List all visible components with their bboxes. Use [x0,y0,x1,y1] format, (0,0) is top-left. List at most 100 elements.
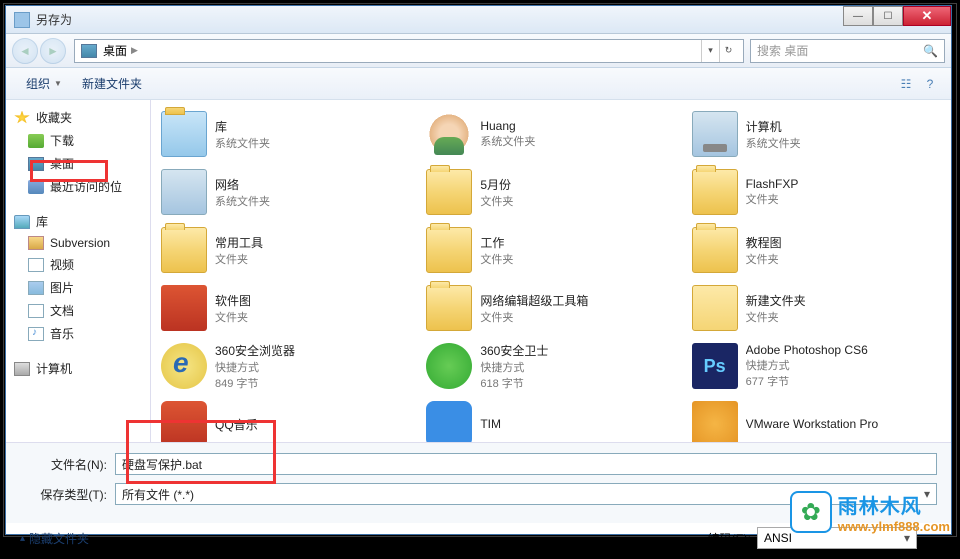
app-icon [14,12,30,28]
folder-icon [692,227,738,273]
folder2-icon [692,285,738,331]
folder-icon [692,169,738,215]
file-type: 文件夹 [746,251,782,267]
file-name: 网络编辑超级工具箱 [480,292,588,309]
file-item[interactable]: 教程图文件夹 [688,222,951,278]
view-button[interactable]: ☷ [895,73,917,95]
sidebar-downloads[interactable]: 下载 [6,129,150,152]
folder-icon [426,227,472,273]
file-type: 系统文件夹 [746,135,801,151]
file-name: Huang [480,119,535,133]
hide-folders-button[interactable]: 隐藏文件夹 [20,530,89,547]
file-name: 工作 [480,234,513,251]
sidebar-videos[interactable]: 视频 [6,253,150,276]
file-item[interactable]: Ps Adobe Photoshop CS6快捷方式677 字节 [688,338,951,394]
sidebar-music[interactable]: 音乐 [6,322,150,345]
file-item[interactable]: 新建文件夹文件夹 [688,280,951,336]
file-item[interactable]: 软件图文件夹 [157,280,420,336]
ps-icon: Ps [692,343,738,389]
file-item[interactable]: VMware Workstation Pro [688,396,951,442]
picture-icon [28,281,44,295]
qq-icon [161,401,207,442]
file-type: 文件夹 [746,309,806,325]
sidebar-documents[interactable]: 文档 [6,299,150,322]
window-title: 另存为 [36,11,72,28]
file-item[interactable]: 360安全浏览器快捷方式849 字节 [157,338,420,394]
search-input[interactable]: 搜索 桌面 🔍 [750,39,945,63]
sidebar-desktop[interactable]: 桌面 [6,152,150,175]
file-size: 677 字节 [746,373,868,389]
computer-icon [14,362,30,376]
file-item[interactable]: Huang系统文件夹 [422,106,685,162]
sidebar-pictures[interactable]: 图片 [6,276,150,299]
file-name: 教程图 [746,234,782,251]
file-type: 快捷方式 [746,357,868,373]
titlebar[interactable]: 另存为 — ☐ ✕ [6,6,951,34]
file-item[interactable]: TIM [422,396,685,442]
file-item[interactable]: FlashFXP文件夹 [688,164,951,220]
minimize-button[interactable]: — [843,6,873,26]
sidebar-favorites[interactable]: 收藏夹 [6,106,150,129]
sidebar-computer[interactable]: 计算机 [6,357,150,380]
sidebar: 收藏夹 下载 桌面 最近访问的位 库 Subversion 视频 图片 文档 音… [6,100,151,442]
file-type: 系统文件夹 [215,193,270,209]
ie-icon [161,343,207,389]
file-item[interactable]: 网络编辑超级工具箱文件夹 [422,280,685,336]
file-item[interactable]: 360安全卫士快捷方式618 字节 [422,338,685,394]
file-name: TIM [480,417,501,431]
file-item[interactable]: 工作文件夹 [422,222,685,278]
location-icon [81,44,97,58]
watermark: 雨林木风 www.ylmf888.com [790,490,950,534]
sidebar-libraries[interactable]: 库 [6,210,150,233]
file-name: Adobe Photoshop CS6 [746,343,868,357]
file-list[interactable]: 库系统文件夹Huang系统文件夹计算机系统文件夹网络系统文件夹5月份文件夹Fla… [151,100,951,442]
sidebar-subversion[interactable]: Subversion [6,233,150,253]
file-name: 库 [215,118,270,135]
file-item[interactable]: 常用工具文件夹 [157,222,420,278]
folder-icon [426,169,472,215]
toolbar: 组织▼ 新建文件夹 ☷ ? [6,68,951,100]
file-item[interactable]: 网络系统文件夹 [157,164,420,220]
file-name: 新建文件夹 [746,292,806,309]
address-bar[interactable]: 桌面 ▶ ▾ ↻ [74,39,744,63]
recent-icon [28,180,44,194]
encoding-label: 编码(E): [708,530,751,547]
file-name: 常用工具 [215,234,263,251]
music-icon [28,327,44,341]
new-folder-button[interactable]: 新建文件夹 [72,71,152,96]
file-type: 文件夹 [480,193,513,209]
file-name: QQ音乐 [215,416,258,433]
file-type: 系统文件夹 [215,135,270,151]
nav-bar: ◄ ► 桌面 ▶ ▾ ↻ 搜索 桌面 🔍 [6,34,951,68]
file-size: 849 字节 [215,375,295,391]
organize-button[interactable]: 组织▼ [16,71,72,96]
file-item[interactable]: 5月份文件夹 [422,164,685,220]
filename-input[interactable] [115,453,937,475]
sidebar-recent[interactable]: 最近访问的位 [6,175,150,198]
search-placeholder: 搜索 桌面 [757,42,808,59]
file-type: 快捷方式 [480,359,548,375]
libf-icon [161,111,207,157]
file-type: 文件夹 [215,251,263,267]
file-item[interactable]: 计算机系统文件夹 [688,106,951,162]
back-button[interactable]: ◄ [12,38,38,64]
maximize-button[interactable]: ☐ [873,6,903,26]
file-item[interactable]: 库系统文件夹 [157,106,420,162]
breadcrumb-sep-icon[interactable]: ▶ [131,45,138,56]
subversion-icon [28,236,44,250]
library-icon [14,215,30,229]
vm-icon [692,401,738,442]
tim-icon [426,401,472,442]
file-type: 快捷方式 [215,359,295,375]
search-icon: 🔍 [923,44,938,58]
forward-button[interactable]: ► [40,38,66,64]
address-dropdown-icon[interactable]: ▾ [701,40,719,62]
location-text: 桌面 [103,42,127,59]
file-item[interactable]: QQ音乐 [157,396,420,442]
file-name: 计算机 [746,118,801,135]
close-button[interactable]: ✕ [903,6,951,26]
file-name: 360安全浏览器 [215,342,295,359]
help-button[interactable]: ? [919,73,941,95]
download-icon [28,134,44,148]
refresh-button[interactable]: ↻ [719,40,737,62]
